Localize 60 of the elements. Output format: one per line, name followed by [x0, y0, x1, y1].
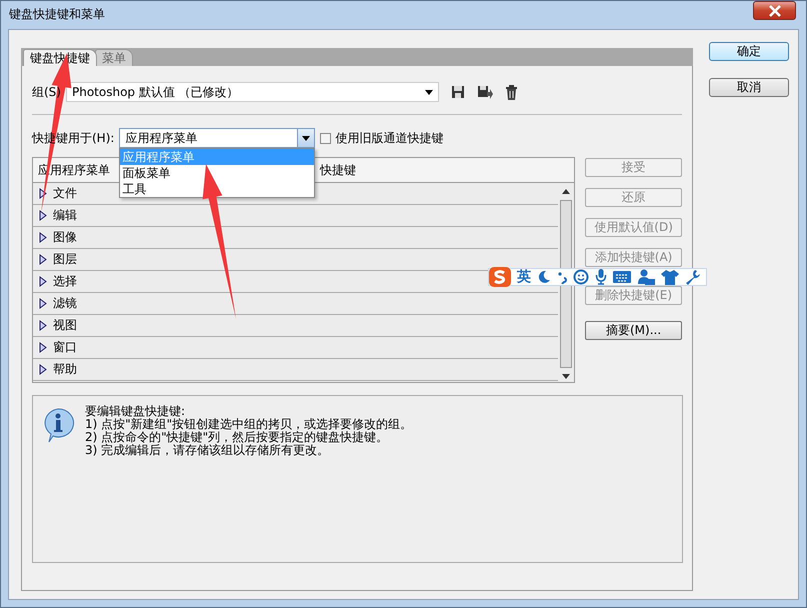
scroll-down-icon[interactable]	[562, 374, 570, 379]
info-text: 2) 点按命令的"快捷键"列，然后按要指定的键盘快捷键。	[85, 431, 390, 444]
dropdown-option[interactable]: 工具	[120, 181, 314, 197]
delete-button[interactable]	[504, 84, 518, 100]
new-set-button[interactable]	[476, 85, 493, 99]
punctuation-icon[interactable]	[557, 270, 567, 284]
close-button[interactable]	[753, 1, 796, 20]
expand-triangle-icon[interactable]	[39, 232, 47, 243]
dropdown-option[interactable]: 面板菜单	[120, 165, 314, 181]
menu-label: 编辑	[53, 207, 77, 224]
caret-icon	[302, 136, 310, 140]
menu-label: 图层	[53, 251, 77, 268]
expand-triangle-icon[interactable]	[39, 342, 47, 353]
expand-triangle-icon[interactable]	[39, 320, 47, 331]
save-button[interactable]	[450, 85, 465, 99]
shirt-icon[interactable]	[661, 270, 679, 284]
info-text: 要编辑键盘快捷键:	[85, 405, 186, 418]
user-icon[interactable]	[637, 269, 655, 285]
expand-triangle-icon[interactable]	[39, 276, 47, 287]
shortcuts-for-select[interactable]: 应用程序菜单	[119, 128, 316, 148]
keyboard-icon[interactable]	[613, 270, 631, 284]
ime-mode[interactable]: 英	[517, 268, 531, 286]
menu-label: 滤镜	[53, 295, 77, 312]
column-header: 快捷键	[318, 162, 356, 178]
moon-icon[interactable]	[537, 270, 551, 284]
checkbox-label: 使用旧版通道快捷键	[335, 130, 444, 146]
menu-row[interactable]: 帮助	[33, 359, 558, 381]
info-text: 1) 点按"新建组"按钮创建选中组的拷贝，或选择要修改的组。	[85, 418, 412, 431]
expand-triangle-icon[interactable]	[39, 298, 47, 309]
expand-triangle-icon[interactable]	[39, 188, 47, 199]
floppy-arrow-icon	[476, 85, 493, 99]
wrench-icon[interactable]	[685, 269, 701, 285]
window-title: 键盘快捷键和菜单	[9, 6, 105, 23]
tab[interactable]: 菜单	[95, 49, 133, 66]
ime-logo-icon[interactable]	[489, 267, 511, 287]
menu-label: 图像	[53, 229, 77, 246]
checkbox[interactable]	[320, 132, 332, 144]
dialog-button[interactable]: 确定	[709, 42, 789, 61]
side-button[interactable]: 摘要(M)...	[585, 321, 682, 340]
menu-label: 帮助	[53, 361, 77, 378]
expand-triangle-icon[interactable]	[39, 210, 47, 221]
dropdown-arrow-button[interactable]	[297, 129, 314, 147]
trash-icon	[504, 84, 518, 100]
info-text: 3) 完成编辑后，请存储该组以存储所有更改。	[85, 444, 330, 457]
menu-label: 视图	[53, 317, 77, 334]
caret-icon	[424, 90, 433, 94]
menu-label: 选择	[53, 273, 77, 290]
group-select[interactable]: Photoshop 默认值 （已修改）	[66, 82, 439, 102]
dialog-button[interactable]: 取消	[709, 78, 789, 97]
microphone-icon[interactable]	[595, 269, 607, 285]
expand-triangle-icon[interactable]	[39, 364, 47, 375]
menu-label: 窗口	[53, 339, 77, 356]
smiley-icon[interactable]	[573, 269, 589, 285]
close-icon	[768, 4, 782, 16]
expand-triangle-icon[interactable]	[39, 254, 47, 265]
menu-row[interactable]: 视图	[33, 315, 558, 337]
scroll-up-icon[interactable]	[562, 189, 570, 194]
menu-label: 文件	[53, 185, 77, 202]
menu-row[interactable]: 窗口	[33, 337, 558, 359]
menu-row[interactable]: 滤镜	[33, 293, 558, 315]
